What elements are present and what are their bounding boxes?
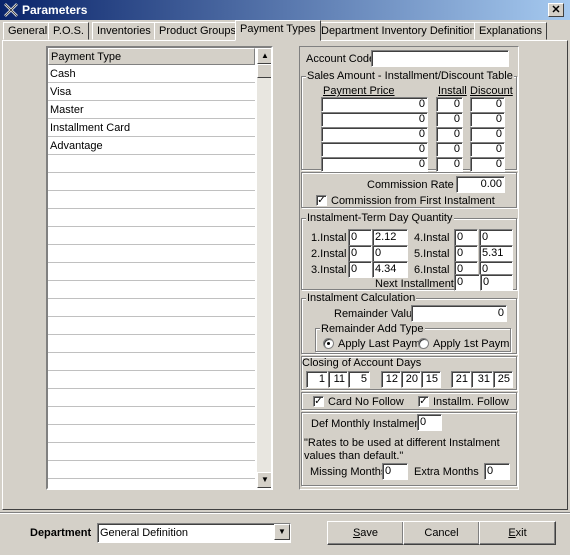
rates-note: "Rates to be used at different Instalmen… [304,437,500,462]
instal-label: 1.Instal [311,232,347,244]
next-installments-a[interactable]: 0 [454,274,480,291]
closing-day-input[interactable]: 15 [421,371,441,388]
discount-cell[interactable]: 0 [470,97,505,112]
payment-price-cell[interactable]: 0 [321,142,428,157]
remainder-value-input[interactable]: 0 [411,305,507,322]
missing-months-label: Missing Months [310,466,387,478]
instal-rate-input[interactable]: 0 [372,245,408,262]
apply-first-radio[interactable] [418,338,429,349]
payment-price-cell[interactable]: 0 [321,127,428,142]
missing-months-input[interactable]: 0 [382,463,408,480]
install-cell[interactable]: 0 [436,127,463,142]
extra-months-label: Extra Months [414,466,479,478]
install-cell[interactable]: 0 [436,112,463,127]
discount-cell[interactable]: 0 [470,127,505,142]
col-install: Install [438,85,467,97]
col-payment-price: Payment Price [323,85,395,97]
next-installments-label: Next Installments [375,278,460,290]
instal-label: 5.Instal [414,248,450,260]
remainder-add-type-title: Remainder Add Type [320,323,425,335]
install-cell[interactable]: 0 [436,157,463,172]
install-cell[interactable]: 0 [436,97,463,112]
install-cell[interactable]: 0 [436,142,463,157]
closing-day-input[interactable]: 25 [493,371,513,388]
account-code-label: Account Code [306,53,376,65]
instal-rate-input[interactable]: 5.31 [479,245,513,262]
payment-price-cell[interactable]: 0 [321,112,428,127]
commission-rate-input[interactable]: 0.00 [456,176,505,193]
closing-day-input[interactable]: 5 [348,371,370,388]
instal-days-input[interactable]: 0 [348,261,372,278]
instal-rate-input[interactable]: 4.34 [372,261,408,278]
sales-table-title: Sales Amount - Installment/Discount Tabl… [306,70,514,82]
account-code-input[interactable] [371,50,509,67]
installm-follow-checkbox[interactable]: ✓ [418,396,429,407]
installm-follow-label: Installm. Follow [433,396,509,408]
instal-label: 2.Instal [311,248,347,260]
closing-days-title: Closing of Account Days [302,357,422,369]
instal-label: 6.Instal [414,264,450,276]
instal-days-input[interactable]: 0 [454,245,478,262]
commission-rate-label: Commission Rate % [367,179,467,191]
instal-label: 4.Instal [414,232,450,244]
instal-days-input[interactable]: 0 [348,245,372,262]
apply-last-radio[interactable] [323,338,334,349]
apply-first-label: Apply 1st Paym [433,338,510,350]
remainder-value-label: Remainder Value [334,308,419,320]
col-discount: Discount [470,85,513,97]
term-days-title: Instalment-Term Day Quantity [306,212,454,224]
card-no-follow-checkbox[interactable]: ✓ [313,396,324,407]
card-no-follow-label: Card No Follow [328,396,404,408]
commission-first-checkbox[interactable]: ✓ [316,195,327,206]
next-installments-b[interactable]: 0 [480,274,513,291]
closing-day-input[interactable]: 1 [306,371,328,388]
def-monthly-label: Def Monthly Instalment [311,418,424,430]
closing-day-input[interactable]: 12 [381,371,401,388]
extra-months-input[interactable]: 0 [484,463,510,480]
instal-days-input[interactable]: 0 [454,229,478,246]
payment-price-cell[interactable]: 0 [321,157,428,172]
instal-days-input[interactable]: 0 [348,229,372,246]
closing-day-input[interactable]: 11 [328,371,348,388]
commission-first-label: Commission from First Instalment [331,195,495,207]
payment-price-cell[interactable]: 0 [321,97,428,112]
discount-cell[interactable]: 0 [470,112,505,127]
closing-day-input[interactable]: 31 [471,371,493,388]
def-monthly-input[interactable]: 0 [417,414,442,431]
discount-cell[interactable]: 0 [470,142,505,157]
discount-cell[interactable]: 0 [470,157,505,172]
instal-label: 3.Instal [311,264,347,276]
closing-day-input[interactable]: 20 [401,371,421,388]
instal-rate-input[interactable]: 0 [479,229,513,246]
instal-rate-input[interactable]: 2.12 [372,229,408,246]
apply-last-label: Apply Last Paym [338,338,421,350]
calc-title: Instalment Calculation [306,292,417,304]
closing-day-input[interactable]: 21 [451,371,471,388]
